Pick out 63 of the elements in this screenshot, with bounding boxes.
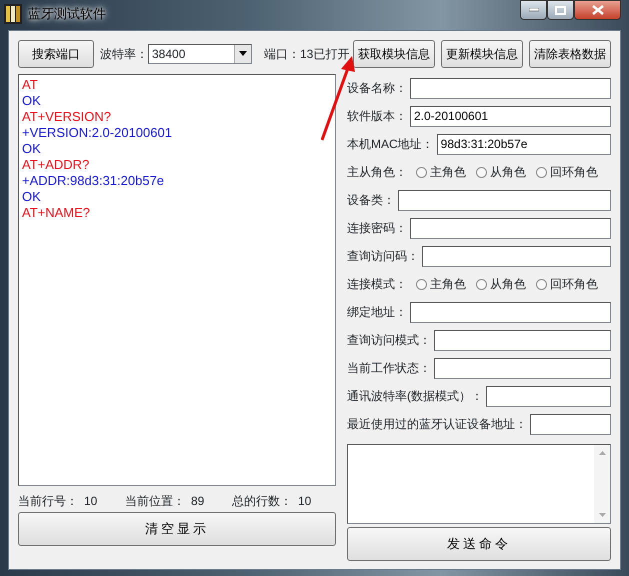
text-field[interactable] [410, 218, 611, 238]
maximize-icon [555, 6, 566, 14]
field-label: 通讯波特率(数据模式）： [347, 388, 483, 405]
field-label: 主从角色： [347, 164, 407, 181]
text-field[interactable] [410, 302, 611, 322]
radio-option[interactable]: 从角色 [476, 275, 526, 293]
log-line: AT+NAME? [22, 205, 92, 221]
log-line: +ADDR:98d3:31:20b57e [22, 173, 166, 189]
minimize-icon [528, 8, 538, 12]
field-label: 最近使用过的蓝牙认证设备地址： [347, 416, 527, 433]
status-value: 89 [191, 493, 204, 506]
text-field[interactable] [398, 190, 611, 210]
field-label: 本机MAC地址： [347, 136, 434, 153]
text-field[interactable] [530, 414, 611, 434]
app-icon [4, 4, 22, 24]
log-line: OK [22, 93, 42, 109]
field-label: 设备名称： [347, 80, 407, 97]
text-field[interactable] [410, 78, 611, 98]
search-port-button[interactable]: 搜索端口 [18, 40, 94, 68]
log-line: OK [22, 141, 42, 157]
field-label: 绑定地址： [347, 304, 407, 321]
status-value: 10 [84, 493, 98, 506]
field-label: 软件版本： [347, 108, 407, 125]
status-label: 当前行号： [18, 493, 78, 506]
toolbar-button[interactable]: 清除表格数据 [529, 40, 611, 68]
toolbar-button[interactable]: 更新模块信息 [441, 40, 523, 68]
log-line: OK [22, 189, 42, 205]
status-label: 总的行数： [232, 493, 292, 506]
log-line: AT+VERSION? [22, 109, 112, 125]
send-command-button[interactable]: 发送命令 [347, 527, 611, 561]
field-label: 查询访问码： [347, 248, 419, 265]
text-field[interactable] [422, 246, 611, 266]
log-line: AT+ADDR? [22, 157, 90, 173]
minimize-button[interactable] [520, 0, 547, 20]
radio-option[interactable]: 主角色 [416, 275, 466, 293]
text-field[interactable] [434, 330, 611, 350]
close-button[interactable] [574, 0, 621, 20]
text-field[interactable]: 98d3:31:20b57e [436, 134, 611, 154]
field-label: 连接模式： [347, 276, 407, 293]
field-label: 连接密码： [347, 220, 407, 237]
window-title: 蓝牙测试软件 [28, 5, 106, 24]
text-field[interactable]: 2.0-20100601 [410, 106, 611, 126]
maximize-button[interactable] [547, 0, 574, 20]
radio-option[interactable]: 从角色 [476, 163, 526, 181]
field-label: 设备类： [347, 192, 395, 209]
log-line: +VERSION:2.0-20100601 [22, 125, 173, 141]
log-line: AT [22, 77, 39, 93]
text-field[interactable] [434, 358, 611, 378]
radio-option[interactable]: 回环角色 [536, 163, 598, 181]
radio-option[interactable]: 回环角色 [536, 275, 598, 293]
baud-rate-label: 波特率： [100, 46, 148, 62]
toolbar-button[interactable]: 获取模块信息 [353, 40, 435, 68]
baud-rate-dropdown[interactable]: 38400 [148, 44, 252, 64]
radio-option[interactable]: 主角色 [416, 163, 466, 181]
port-status: 端口：13已打开 [264, 46, 350, 62]
status-label: 当前位置： [125, 493, 185, 506]
dropdown-arrow-icon [239, 51, 247, 56]
status-value: 10 [298, 493, 312, 506]
text-field[interactable] [486, 386, 611, 406]
clear-display-button[interactable]: 清空显示 [18, 512, 336, 546]
field-label: 当前工作状态： [347, 360, 431, 377]
close-icon [592, 5, 604, 15]
field-label: 查询访问模式： [347, 332, 431, 349]
